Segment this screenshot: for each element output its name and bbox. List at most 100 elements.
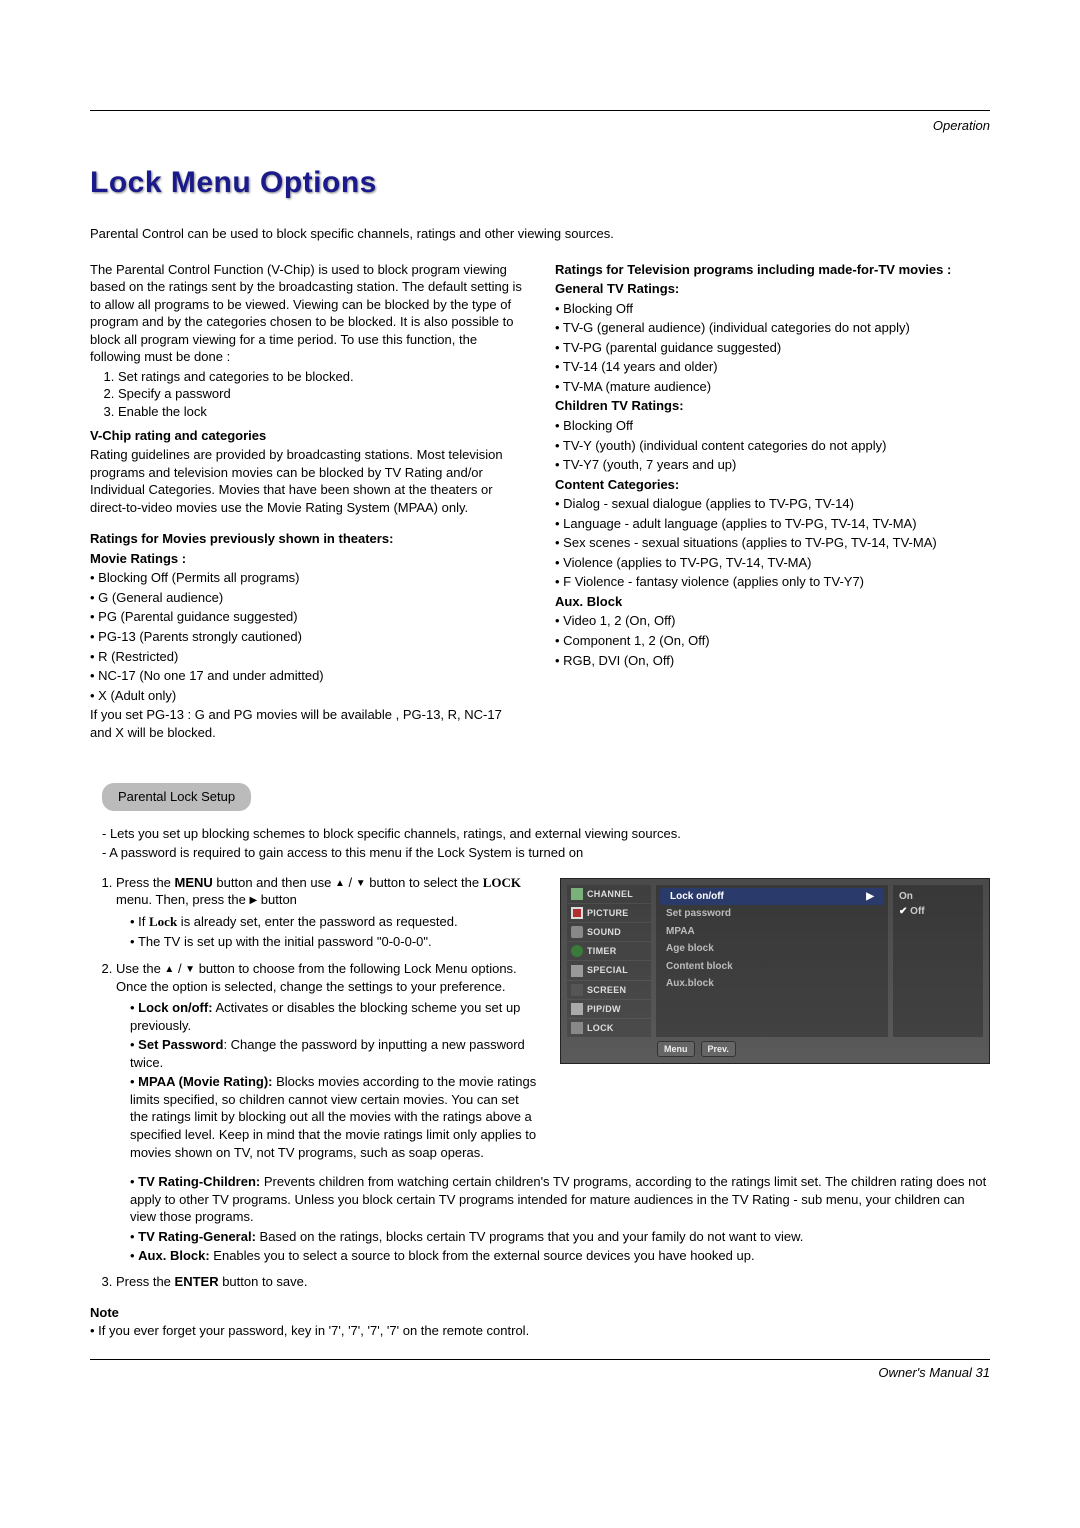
parental-lock-pill: Parental Lock Setup — [102, 783, 251, 811]
down-triangle-icon: ▼ — [356, 878, 366, 889]
setup-step-1: Press the MENU button and then use ▲ / ▼… — [116, 874, 538, 950]
t: SPECIAL — [587, 964, 628, 976]
t: SOUND — [587, 926, 621, 938]
opt-mpaa: MPAA (Movie Rating): Blocks movies accor… — [130, 1073, 538, 1161]
content-item: • Violence (applies to TV-PG, TV-14, TV-… — [555, 554, 990, 572]
special-icon — [571, 965, 583, 977]
lock-label: Lock — [149, 914, 177, 929]
s1-sub1: If Lock is already set, enter the passwo… — [130, 913, 538, 931]
t: If — [138, 914, 149, 929]
osd-side-channel: CHANNEL — [567, 885, 651, 903]
lock-label: LOCK — [483, 875, 521, 890]
osd-side-special: SPECIAL — [567, 961, 651, 979]
heading-tv: Ratings for Television programs includin… — [555, 261, 990, 279]
opt-aux-block: Aux. Block: Enables you to select a sour… — [130, 1247, 990, 1265]
content-item: • F Violence - fantasy violence (applies… — [555, 573, 990, 591]
t: TIMER — [587, 945, 617, 957]
t: SCREEN — [587, 984, 626, 996]
label: TV Rating-General: — [138, 1229, 256, 1244]
osd-screenshot: CHANNEL PICTURE SOUND TIMER SPECIAL SCRE… — [560, 878, 990, 1064]
opt-set-password: Set Password: Change the password by inp… — [130, 1036, 538, 1071]
note-heading: Note — [90, 1304, 990, 1322]
s1-sub2: The TV is set up with the initial passwo… — [130, 933, 538, 951]
t: Aux.block — [666, 977, 714, 991]
osd-menu-lockonoff: Lock on/off▶ — [660, 888, 884, 906]
t: button to save. — [219, 1274, 308, 1289]
movie-item: • NC-17 (No one 17 and under admitted) — [90, 667, 525, 685]
aux-item: • RGB, DVI (On, Off) — [555, 652, 990, 670]
left-column: The Parental Control Function (V-Chip) i… — [90, 261, 525, 744]
heading-content-cat: Content Categories: — [555, 476, 990, 494]
osd-side-pipdw: PIP/DW — [567, 1000, 651, 1018]
osd-options: On Off — [893, 885, 983, 1037]
label: Set Password — [138, 1037, 223, 1052]
osd-footer: Menu Prev. — [567, 1041, 983, 1057]
note-line: • If you ever forget your password, key … — [90, 1323, 529, 1338]
movie-item: • G (General audience) — [90, 589, 525, 607]
t: MPAA — [666, 925, 695, 939]
opt-tv-children: TV Rating-Children: Prevents children fr… — [130, 1173, 990, 1226]
gen-item: • Blocking Off — [555, 300, 990, 318]
osd-menu-ageblock: Age block — [656, 940, 888, 958]
note-block: Note • If you ever forget your password,… — [90, 1304, 990, 1339]
osd-side-sound: SOUND — [567, 923, 651, 941]
t: Based on the ratings, blocks certain TV … — [256, 1229, 804, 1244]
child-item: • TV-Y (youth) (individual content categ… — [555, 437, 990, 455]
osd-side-picture: PICTURE — [567, 904, 651, 922]
t: Press the — [116, 875, 175, 890]
vchip-intro: The Parental Control Function (V-Chip) i… — [90, 261, 525, 366]
setup-step-2: Use the ▲ / ▼ button to choose from the … — [116, 960, 538, 1161]
movie-item: • X (Adult only) — [90, 687, 525, 705]
vchip-desc: Rating guidelines are provided by broadc… — [90, 446, 525, 516]
channel-icon — [571, 888, 583, 900]
gen-item: • TV-PG (parental guidance suggested) — [555, 339, 990, 357]
heading-movie-ratings: Movie Ratings : — [90, 550, 525, 568]
page-footer: Owner's Manual 31 — [90, 1364, 990, 1382]
t: Press the — [116, 1274, 175, 1289]
setup-block: Lets you set up blocking schemes to bloc… — [90, 825, 990, 1340]
timer-icon — [571, 945, 583, 957]
right-triangle-icon: ▶ — [866, 890, 874, 904]
osd-menu-setpassword: Set password — [656, 905, 888, 923]
label: TV Rating-Children: — [138, 1174, 260, 1189]
aux-item: • Video 1, 2 (On, Off) — [555, 612, 990, 630]
osd-opt-on: On — [899, 889, 977, 905]
movie-item: • Blocking Off (Permits all programs) — [90, 569, 525, 587]
screen-icon — [571, 984, 583, 996]
osd-side-lock: LOCK — [567, 1019, 651, 1037]
movie-item: • PG (Parental guidance suggested) — [90, 608, 525, 626]
step-3: Enable the lock — [118, 403, 525, 421]
osd-sidebar: CHANNEL PICTURE SOUND TIMER SPECIAL SCRE… — [567, 885, 651, 1037]
t: button and then use — [213, 875, 335, 890]
up-triangle-icon: ▲ — [164, 964, 174, 975]
heading-aux-block: Aux. Block — [555, 593, 990, 611]
pip-icon — [571, 1003, 583, 1015]
t: Use the — [116, 961, 164, 976]
movie-note: If you set PG-13 : G and PG movies will … — [90, 706, 525, 741]
opt-lock-onoff: Lock on/off: Activates or disables the b… — [130, 999, 538, 1034]
gen-item: • TV-G (general audience) (individual ca… — [555, 319, 990, 337]
gen-item: • TV-14 (14 years and older) — [555, 358, 990, 376]
enter-button-label: ENTER — [175, 1274, 219, 1289]
t: button to select the — [366, 875, 483, 890]
top-rule — [90, 110, 990, 111]
label: Lock on/off: — [138, 1000, 212, 1015]
osd-menu-contentblock: Content block — [656, 958, 888, 976]
t: menu. Then, press the — [116, 892, 249, 907]
t: button — [257, 892, 297, 907]
right-column: Ratings for Television programs includin… — [555, 261, 990, 744]
osd-side-timer: TIMER — [567, 942, 651, 960]
intro-text: Parental Control can be used to block sp… — [90, 225, 990, 243]
heading-movies: Ratings for Movies previously shown in t… — [90, 530, 525, 548]
setup-step-3: Press the ENTER button to save. — [116, 1273, 990, 1291]
osd-opt-off: Off — [899, 904, 977, 920]
opt-tv-general: TV Rating-General: Based on the ratings,… — [130, 1228, 990, 1246]
t: PICTURE — [587, 907, 629, 919]
label: Aux. Block: — [138, 1248, 210, 1263]
setup-dash-2: A password is required to gain access to… — [102, 844, 990, 862]
gen-item: • TV-MA (mature audience) — [555, 378, 990, 396]
sound-icon — [571, 926, 583, 938]
t: Content block — [666, 960, 733, 974]
movie-item: • PG-13 (Parents strongly cautioned) — [90, 628, 525, 646]
t: is already set, enter the password as re… — [177, 914, 457, 929]
